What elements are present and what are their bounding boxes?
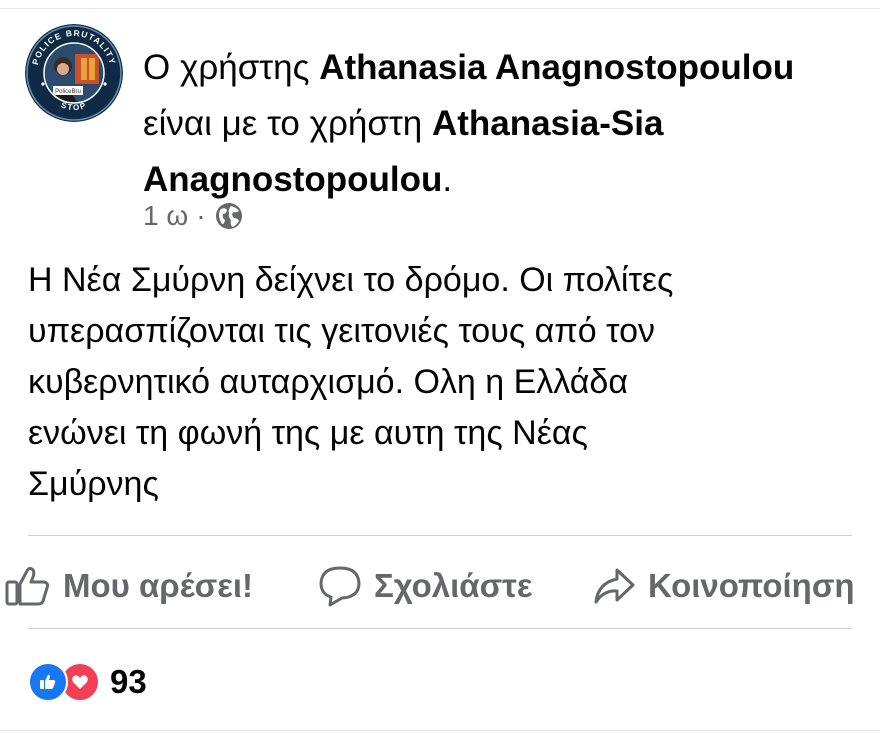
comment-button[interactable]: Σχολιάστε	[318, 556, 533, 616]
bottom-divider	[0, 730, 880, 731]
thumbs-up-icon	[5, 566, 50, 606]
meta-separator: ·	[196, 200, 206, 231]
author-name-link[interactable]: Athanasia Anagnostopoulou	[319, 48, 794, 87]
share-arrow-icon	[594, 568, 635, 604]
like-reaction-icon	[28, 662, 68, 702]
post-timestamp-link[interactable]: 1 ω	[143, 200, 188, 232]
share-button[interactable]: Κοινοποίηση	[592, 556, 855, 616]
avatar-inner-label: PoliceBru	[55, 89, 81, 95]
actions-bottom-divider	[28, 628, 852, 629]
top-divider	[0, 8, 880, 9]
like-button[interactable]: Μου αρέσει!	[5, 556, 253, 616]
reaction-count: 93	[110, 663, 147, 700]
post-body-text: Η Νέα Σμύρνη δείχνει το δρόμο. Οι πολίτε…	[28, 261, 674, 503]
like-button-label: Μου αρέσει!	[63, 567, 254, 604]
actions-top-divider	[28, 535, 852, 536]
share-button-label: Κοινοποίηση	[648, 567, 855, 604]
reactions-summary[interactable]: 93	[28, 660, 147, 704]
comment-button-label: Σχολιάστε	[374, 567, 533, 604]
post-header: Ο χρήστης Athanasia Anagnostopoulou είνα…	[143, 40, 863, 208]
post-meta: 1 ω ·	[143, 196, 244, 236]
police-brutality-stop-badge-icon: PoliceBru POLICE BRUTALITY STOP	[25, 24, 123, 122]
globe-icon	[214, 201, 244, 231]
avatar[interactable]: PoliceBru POLICE BRUTALITY STOP	[25, 24, 123, 122]
header-suffix: .	[442, 160, 453, 199]
comment-bubble-icon	[319, 566, 361, 607]
header-prefix: Ο χρήστης	[143, 48, 310, 87]
post-actions-bar: Μου αρέσει! Σχολιάστε Κοινοποίηση	[0, 556, 880, 616]
header-connector: είναι με το χρήστη	[143, 104, 423, 143]
